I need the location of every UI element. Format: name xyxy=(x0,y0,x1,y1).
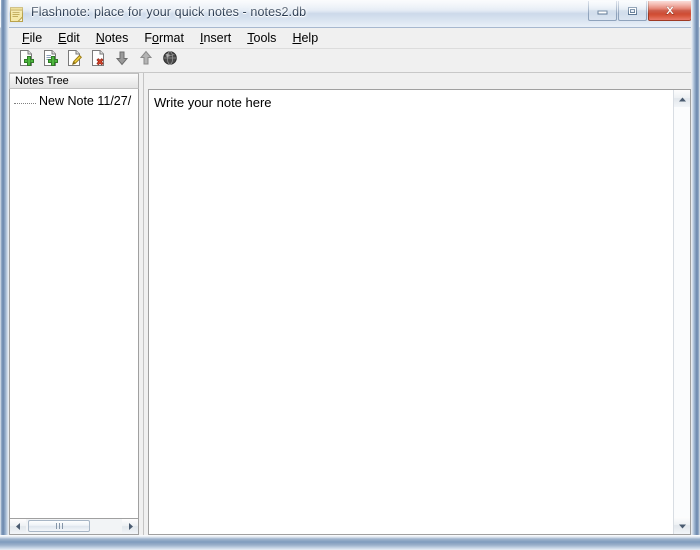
move-down-button[interactable] xyxy=(110,50,134,72)
new-note-button[interactable] xyxy=(14,50,38,72)
edit-note-icon xyxy=(65,49,83,72)
delete-note-icon xyxy=(89,49,107,72)
minimize-icon xyxy=(589,1,616,20)
menu-item-edit[interactable]: Edit xyxy=(50,29,88,47)
menu-item-format[interactable]: Format xyxy=(136,29,192,47)
scroll-left-icon xyxy=(15,518,22,536)
new-subnote-button[interactable] xyxy=(38,50,62,72)
new-subnote-icon xyxy=(41,49,59,72)
title-bar[interactable]: Flashnote: place for your quick notes - … xyxy=(0,0,700,28)
move-down-icon xyxy=(114,50,130,71)
close-icon xyxy=(649,1,691,20)
menu-item-notes[interactable]: Notes xyxy=(88,29,137,47)
scroll-right-button[interactable] xyxy=(122,519,138,534)
scroll-down-button[interactable] xyxy=(674,517,690,534)
editor-vertical-scrollbar[interactable] xyxy=(673,90,690,534)
menu-item-insert[interactable]: Insert xyxy=(192,29,239,47)
menu-item-tools[interactable]: Tools xyxy=(239,29,284,47)
window-border-left xyxy=(0,0,9,550)
grip-line xyxy=(61,523,63,529)
move-up-icon xyxy=(138,50,154,71)
tree-node-new-note[interactable]: New Note 11/27/ xyxy=(10,92,138,110)
maximize-icon xyxy=(619,1,646,20)
panel-splitter[interactable] xyxy=(139,73,148,535)
scroll-down-icon xyxy=(678,517,687,535)
grip-line xyxy=(55,523,57,529)
scroll-left-button[interactable] xyxy=(10,519,26,534)
new-note-icon xyxy=(17,49,35,72)
scroll-up-icon xyxy=(678,90,687,108)
note-editor-text[interactable]: Write your note here xyxy=(154,95,659,110)
menu-item-file[interactable]: File xyxy=(14,29,50,47)
notes-tree-panel[interactable]: New Note 11/27/ xyxy=(9,89,139,519)
notes-tree-header: Notes Tree xyxy=(9,73,139,89)
move-up-button[interactable] xyxy=(134,50,158,72)
globe-icon xyxy=(162,50,178,71)
note-editor-panel[interactable]: Write your note here xyxy=(148,89,691,535)
close-button[interactable] xyxy=(648,1,692,21)
menu-item-help[interactable]: Help xyxy=(284,29,326,47)
menu-bar: File Edit Notes Format Insert Tools Help xyxy=(9,28,691,49)
window-title: Flashnote: place for your quick notes - … xyxy=(31,5,307,19)
application-window: Flashnote: place for your quick notes - … xyxy=(0,0,700,550)
delete-note-button[interactable] xyxy=(86,50,110,72)
tree-hscroll-thumb[interactable] xyxy=(28,520,90,532)
globe-button[interactable] xyxy=(158,50,182,72)
tree-connector-line xyxy=(14,102,36,104)
editor-vscroll-track[interactable] xyxy=(674,107,690,517)
scroll-right-icon xyxy=(127,518,134,536)
window-border-right xyxy=(691,0,700,550)
tree-hscroll-track[interactable] xyxy=(26,519,122,534)
desktop-background: Flashnote: place for your quick notes - … xyxy=(0,0,700,550)
maximize-button[interactable] xyxy=(618,1,647,21)
toolbar xyxy=(9,49,691,73)
scroll-up-button[interactable] xyxy=(674,90,690,107)
tree-node-label: New Note 11/27/ xyxy=(39,94,132,108)
tree-horizontal-scrollbar[interactable] xyxy=(9,519,139,535)
minimize-button[interactable] xyxy=(588,1,617,21)
client-area: Notes Tree New Note 11/27/ Write your no… xyxy=(9,73,691,535)
window-border-bottom xyxy=(0,535,700,550)
edit-note-button[interactable] xyxy=(62,50,86,72)
note-icon xyxy=(8,6,25,23)
grip-line xyxy=(58,523,60,529)
